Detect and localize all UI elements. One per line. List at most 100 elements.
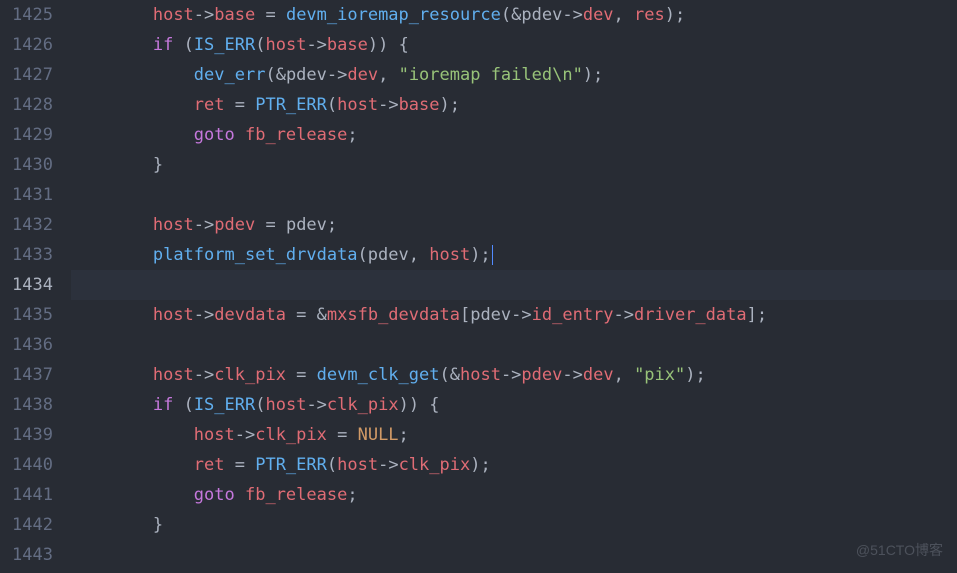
token-mem: dev (583, 365, 614, 385)
code-line[interactable]: host->clk_pix = NULL; (71, 420, 957, 450)
token-op: ); (665, 5, 685, 25)
text-cursor (492, 245, 493, 265)
token-fn: PTR_ERR (255, 455, 327, 475)
token-op: & (450, 365, 460, 385)
line-number: 1442 (12, 510, 53, 540)
token-mem: clk_pix (214, 365, 286, 385)
code-line[interactable]: if (IS_ERR(host->base)) { (71, 30, 957, 60)
code-line[interactable]: platform_set_drvdata(pdev, host); (71, 240, 957, 270)
watermark-label: @51CTO博客 (856, 535, 943, 565)
code-line[interactable]: dev_err(&pdev->dev, "ioremap failed\n"); (71, 60, 957, 90)
line-number: 1440 (12, 450, 53, 480)
token-op: = (327, 425, 358, 445)
token-parlight: pdev (286, 215, 327, 235)
line-number: 1435 (12, 300, 53, 330)
token-op: -> (614, 305, 634, 325)
token-parlight: pdev (521, 5, 562, 25)
code-line[interactable]: host->base = devm_ioremap_resource(&pdev… (71, 0, 957, 30)
token-op: ( (358, 245, 368, 265)
line-number: 1427 (12, 60, 53, 90)
token-fn: PTR_ERR (255, 95, 327, 115)
token-op: )) { (399, 395, 440, 415)
line-number-gutter: 1425142614271428142914301431143214331434… (0, 0, 71, 573)
code-line[interactable] (71, 270, 957, 300)
token-op: } (153, 155, 163, 175)
token-mem: clk_pix (327, 395, 399, 415)
token-var: host (337, 455, 378, 475)
code-editor[interactable]: 1425142614271428142914301431143214331434… (0, 0, 957, 573)
token-op: = (255, 5, 286, 25)
token-op: & (276, 65, 286, 85)
token-mem: id_entry (532, 305, 614, 325)
code-line[interactable] (71, 180, 957, 210)
code-line[interactable] (71, 540, 957, 570)
token-kw: goto (194, 485, 235, 505)
token-op: -> (194, 215, 214, 235)
token-op: ]; (747, 305, 767, 325)
token-fn: devm_clk_get (317, 365, 440, 385)
line-number: 1425 (12, 0, 53, 30)
token-mem: base (327, 35, 368, 55)
token-op: = & (286, 305, 327, 325)
line-number: 1441 (12, 480, 53, 510)
token-op: ); (470, 455, 490, 475)
token-op: = (225, 95, 256, 115)
token-var: ret (194, 95, 225, 115)
token-op: ( (439, 365, 449, 385)
token-op: -> (306, 395, 326, 415)
code-line[interactable]: host->devdata = &mxsfb_devdata[pdev->id_… (71, 300, 957, 330)
token-mem: pdev (521, 365, 562, 385)
token-var: host (460, 365, 501, 385)
token-var: host (153, 305, 194, 325)
code-line[interactable]: host->pdev = pdev; (71, 210, 957, 240)
token-mem: pdev (214, 215, 255, 235)
code-area[interactable]: host->base = devm_ioremap_resource(&pdev… (71, 0, 957, 573)
code-line[interactable]: host->clk_pix = devm_clk_get(&host->pdev… (71, 360, 957, 390)
line-number: 1430 (12, 150, 53, 180)
token-op: , (614, 365, 634, 385)
token-op: , (409, 245, 429, 265)
token-op: -> (194, 365, 214, 385)
line-number: 1436 (12, 330, 53, 360)
token-op: ( (501, 5, 511, 25)
token-op: ; (347, 125, 357, 145)
token-mem: dev (583, 5, 614, 25)
token-fn: IS_ERR (194, 35, 255, 55)
token-var: host (153, 215, 194, 235)
token-mem: base (214, 5, 255, 25)
token-op: -> (562, 365, 582, 385)
token-kw: goto (194, 125, 235, 145)
code-line[interactable]: goto fb_release; (71, 480, 957, 510)
code-line[interactable]: if (IS_ERR(host->clk_pix)) { (71, 390, 957, 420)
line-number: 1429 (12, 120, 53, 150)
token-op: -> (194, 5, 214, 25)
code-line[interactable]: ret = PTR_ERR(host->clk_pix); (71, 450, 957, 480)
token-mem: devdata (214, 305, 286, 325)
line-number: 1432 (12, 210, 53, 240)
code-line[interactable]: } (71, 510, 957, 540)
code-line[interactable]: goto fb_release; (71, 120, 957, 150)
code-line[interactable] (71, 330, 957, 360)
token-var: res (634, 5, 665, 25)
token-op: ( (173, 35, 193, 55)
line-number: 1426 (12, 30, 53, 60)
token-fn: platform_set_drvdata (153, 245, 358, 265)
code-line[interactable]: } (71, 150, 957, 180)
code-line[interactable]: ret = PTR_ERR(host->base); (71, 90, 957, 120)
token-op: -> (306, 35, 326, 55)
token-op (235, 125, 245, 145)
token-op: -> (378, 95, 398, 115)
token-str: "pix" (634, 365, 685, 385)
token-parlight: pdev (286, 65, 327, 85)
token-fn: devm_ioremap_resource (286, 5, 501, 25)
token-kw: if (153, 35, 173, 55)
token-op: ; (327, 215, 337, 235)
token-var: host (153, 5, 194, 25)
line-number: 1439 (12, 420, 53, 450)
token-op: ; (399, 425, 409, 445)
line-number: 1434 (12, 270, 53, 300)
token-op: = (225, 455, 256, 475)
token-op: -> (511, 305, 531, 325)
token-op: } (153, 515, 163, 535)
token-op: = (286, 365, 317, 385)
